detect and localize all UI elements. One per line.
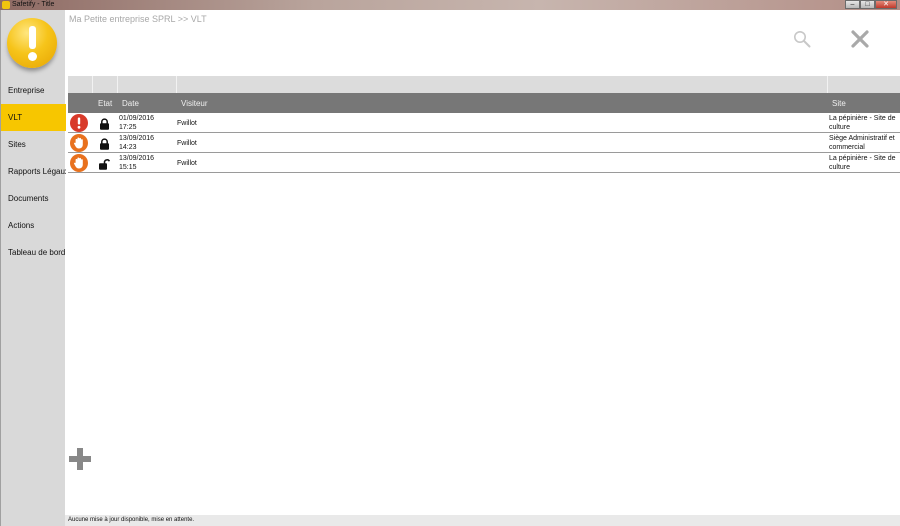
sidebar-item-vlt[interactable]: VLT [1,104,66,131]
minimize-button[interactable]: – [845,0,860,9]
row-site: La pépinière - Site de culture [829,155,896,171]
window-titlebar: Safetify - Title – □ ✕ [0,0,900,10]
row-site: La pépinière - Site de culture [829,115,896,131]
search-icon[interactable] [793,30,811,48]
window-controls: – □ ✕ [845,0,897,9]
sidebar-item-documents[interactable]: Documents [1,185,66,212]
filter-header-row [68,76,900,93]
maximize-button[interactable]: □ [860,0,875,9]
sidebar-item-entreprise[interactable]: Entreprise [1,77,66,104]
window-title: Safetify - Title [12,1,55,8]
sidebar-item-actions[interactable]: Actions [1,212,66,239]
row-visitor: Fwillot [177,140,197,147]
column-header-etat[interactable]: Etat [98,99,112,108]
sidebar-item-sites[interactable]: Sites [1,131,66,158]
row-site: Siège Administratif et commercial [829,135,895,151]
column-header-site[interactable]: Site [832,99,846,108]
status-bar: Aucune mise à jour disponible, mise en a… [65,515,900,526]
vlt-table: Etat Date Visiteur Site 01/09/2016 17:25 … [68,76,900,173]
table-row[interactable]: 13/09/2016 14:23 Fwillot Siège Administra… [68,133,900,153]
breadcrumb: Ma Petite entreprise SPRL >> VLT [69,14,207,24]
row-datetime: 01/09/2016 17:25 [119,115,155,131]
column-header-visiteur[interactable]: Visiteur [181,99,208,108]
sidebar-nav: Entreprise VLT Sites Rapports Légaux Doc… [1,77,66,266]
sidebar: Entreprise VLT Sites Rapports Légaux Doc… [0,10,66,526]
table-row[interactable]: 13/09/2016 15:15 Fwillot La pépinière - S… [68,153,900,173]
hand-stop-icon [70,154,88,172]
app-icon [2,1,10,9]
alert-icon [70,114,88,132]
column-header-date[interactable]: Date [122,99,139,108]
row-datetime: 13/09/2016 14:23 [119,135,155,151]
lock-open-icon [99,157,111,170]
lock-closed-icon [99,137,110,150]
close-icon[interactable] [850,29,870,49]
window-close-button[interactable]: ✕ [875,0,897,9]
sidebar-item-tableau-de-bord[interactable]: Tableau de bord [1,239,66,266]
lock-closed-icon [99,117,110,130]
row-datetime: 13/09/2016 15:15 [119,155,155,171]
row-visitor: Fwillot [177,120,197,127]
add-icon[interactable] [69,448,91,470]
hand-stop-icon [70,134,88,152]
row-visitor: Fwillot [177,160,197,167]
table-row[interactable]: 01/09/2016 17:25 Fwillot La pépinière - S… [68,113,900,133]
sidebar-item-rapports-legaux[interactable]: Rapports Légaux [1,158,66,185]
warning-logo-icon [7,18,57,68]
column-header-row: Etat Date Visiteur Site [68,93,900,113]
